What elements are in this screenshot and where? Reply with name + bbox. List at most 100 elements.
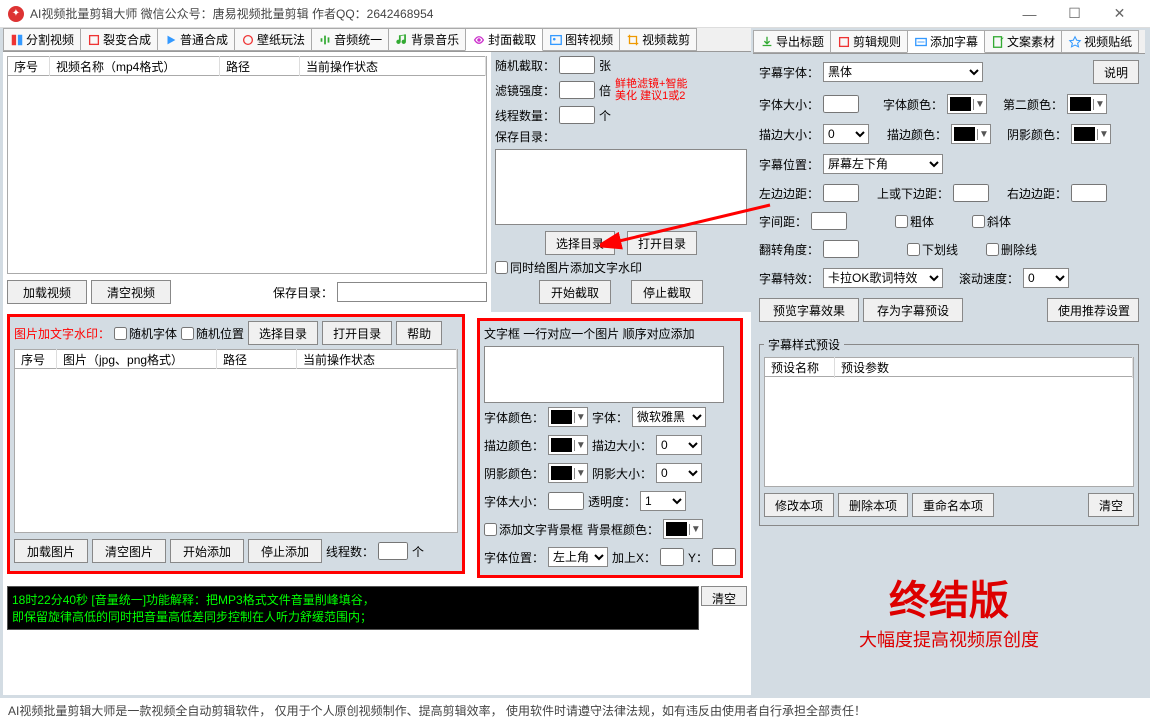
crop-icon bbox=[626, 33, 640, 47]
textbox-input[interactable] bbox=[484, 346, 724, 403]
capture-panel: 随机截取：张 滤镜强度：倍 鲜艳滤镜+智能 美化 建议1或2 线程数量：个 保存… bbox=[491, 52, 751, 312]
tab-cover[interactable]: 封面截取 bbox=[465, 28, 543, 51]
wm-opendir-button[interactable]: 打开目录 bbox=[322, 321, 392, 345]
rename-preset-button[interactable]: 重命名本项 bbox=[912, 493, 994, 517]
preset-list[interactable] bbox=[764, 377, 1134, 487]
underline-checkbox[interactable] bbox=[907, 243, 920, 256]
tab-crop[interactable]: 视频裁剪 bbox=[619, 28, 697, 51]
preview-sub-button[interactable]: 预览字幕效果 bbox=[759, 298, 859, 322]
sub-shadowcolor-picker[interactable]: ▼ bbox=[1071, 124, 1111, 144]
preset-fieldset: 字幕样式预设 预设名称 预设参数 修改本项 删除本项 重命名本项 清空 bbox=[759, 336, 1139, 526]
addx-input[interactable] bbox=[660, 548, 684, 566]
savedir-display[interactable] bbox=[495, 149, 747, 225]
load-image-button[interactable]: 加载图片 bbox=[14, 539, 88, 563]
tab-bgm[interactable]: 背景音乐 bbox=[388, 28, 466, 51]
rightm-input[interactable] bbox=[1071, 184, 1107, 202]
bold-checkbox[interactable] bbox=[895, 215, 908, 228]
leftm-input[interactable] bbox=[823, 184, 859, 202]
shadow-size-select[interactable]: 0 bbox=[656, 463, 702, 483]
wm-help-button[interactable]: 帮助 bbox=[396, 321, 442, 345]
rand-pos-checkbox[interactable] bbox=[181, 327, 194, 340]
minimize-button[interactable]: — bbox=[1007, 0, 1052, 28]
y-input[interactable] bbox=[712, 548, 736, 566]
tab-copywriting[interactable]: 文案素材 bbox=[984, 30, 1062, 53]
sub-pos-select[interactable]: 屏幕左下角 bbox=[823, 154, 943, 174]
sub-color-picker[interactable]: ▼ bbox=[947, 94, 987, 114]
bgcolor-picker[interactable]: ▼ bbox=[663, 519, 703, 539]
textbox-panel: 文字框 一行对应一个图片 顺序对应添加 字体颜色：▼ 字体：微软雅黑 描边颜色：… bbox=[477, 318, 743, 578]
sub-color2-picker[interactable]: ▼ bbox=[1067, 94, 1107, 114]
speed-select[interactable]: 0 bbox=[1023, 268, 1069, 288]
desc-button[interactable]: 说明 bbox=[1093, 60, 1139, 84]
start-add-button[interactable]: 开始添加 bbox=[170, 539, 244, 563]
textpos-select[interactable]: 左上角 bbox=[548, 547, 608, 567]
savedir-input[interactable] bbox=[337, 282, 487, 302]
select-dir-button[interactable]: 选择目录 bbox=[545, 231, 615, 255]
rand-font-checkbox[interactable] bbox=[114, 327, 127, 340]
tab-wallpaper[interactable]: 壁纸玩法 bbox=[234, 28, 312, 51]
tab-fission[interactable]: 裂变合成 bbox=[80, 28, 158, 51]
log-area[interactable]: 18时22分40秒 [音量统一]功能解释：把MP3格式文件音量削峰填谷， 即保留… bbox=[7, 586, 699, 630]
strokecolor-picker[interactable]: ▼ bbox=[548, 435, 588, 455]
fontcolor-picker[interactable]: ▼ bbox=[548, 407, 588, 427]
thread-input[interactable] bbox=[559, 106, 595, 124]
stroke-size-select[interactable]: 0 bbox=[656, 435, 702, 455]
sub-size-input[interactable] bbox=[823, 95, 859, 113]
tab-rules[interactable]: 剪辑规则 bbox=[830, 30, 908, 53]
split-icon bbox=[10, 33, 24, 47]
close-button[interactable]: ✕ bbox=[1097, 0, 1142, 28]
image-list[interactable] bbox=[14, 369, 458, 533]
video-list[interactable] bbox=[7, 76, 487, 274]
effect-select[interactable]: 卡拉OK歌词特效 bbox=[823, 268, 943, 288]
stop-add-button[interactable]: 停止添加 bbox=[248, 539, 322, 563]
edit-preset-button[interactable]: 修改本项 bbox=[764, 493, 834, 517]
use-rec-button[interactable]: 使用推荐设置 bbox=[1047, 298, 1139, 322]
italic-checkbox[interactable] bbox=[972, 215, 985, 228]
save-preset-button[interactable]: 存为字幕预设 bbox=[863, 298, 963, 322]
del-preset-button[interactable]: 删除本项 bbox=[838, 493, 908, 517]
opacity-select[interactable]: 1 bbox=[640, 491, 686, 511]
clear-image-button[interactable]: 清空图片 bbox=[92, 539, 166, 563]
filter-input[interactable] bbox=[559, 81, 595, 99]
rand-count-input[interactable] bbox=[559, 56, 595, 74]
watermark-checkbox[interactable] bbox=[495, 261, 508, 274]
shadowcolor-picker[interactable]: ▼ bbox=[548, 463, 588, 483]
font-select[interactable]: 微软雅黑 bbox=[632, 407, 706, 427]
watermark-checkbox-label[interactable]: 同时给图片添加文字水印 bbox=[495, 259, 642, 276]
tab-split[interactable]: 分割视频 bbox=[3, 28, 81, 51]
topm-input[interactable] bbox=[953, 184, 989, 202]
right-tabbar: 导出标题 剪辑规则 添加字幕 文案素材 视频贴纸 bbox=[753, 30, 1145, 54]
strike-checkbox[interactable] bbox=[986, 243, 999, 256]
load-video-button[interactable]: 加载视频 bbox=[7, 280, 87, 304]
tab-normal[interactable]: 普通合成 bbox=[157, 28, 235, 51]
start-capture-button[interactable]: 开始截取 bbox=[539, 280, 611, 304]
music-icon bbox=[395, 33, 409, 47]
rules-icon bbox=[837, 35, 851, 49]
fontsize-input[interactable] bbox=[548, 492, 584, 510]
tab-subtitle[interactable]: 添加字幕 bbox=[907, 30, 985, 53]
maximize-button[interactable]: ☐ bbox=[1052, 0, 1097, 28]
addbg-checkbox[interactable] bbox=[484, 523, 497, 536]
wm-seldir-button[interactable]: 选择目录 bbox=[248, 321, 318, 345]
video-list-panel: 序号 视频名称（mp4格式） 路径 当前操作状态 加载视频 清空视频 保存目录： bbox=[3, 52, 491, 312]
preset-list-header: 预设名称 预设参数 bbox=[764, 357, 1134, 377]
wm-thread-input[interactable] bbox=[378, 542, 408, 560]
clear-preset-button[interactable]: 清空 bbox=[1088, 493, 1134, 517]
doc-icon bbox=[991, 35, 1005, 49]
spacing-input[interactable] bbox=[811, 212, 847, 230]
tab-export-title[interactable]: 导出标题 bbox=[753, 30, 831, 53]
sub-strokecolor-picker[interactable]: ▼ bbox=[951, 124, 991, 144]
log-clear-button[interactable]: 清空 bbox=[701, 586, 747, 606]
clear-video-button[interactable]: 清空视频 bbox=[91, 280, 171, 304]
audio-icon bbox=[318, 33, 332, 47]
stop-capture-button[interactable]: 停止截取 bbox=[631, 280, 703, 304]
sub-stroke-size[interactable]: 0 bbox=[823, 124, 869, 144]
open-dir-button[interactable]: 打开目录 bbox=[627, 231, 697, 255]
tab-img2vid[interactable]: 图转视频 bbox=[542, 28, 620, 51]
video-list-header: 序号 视频名称（mp4格式） 路径 当前操作状态 bbox=[7, 56, 487, 76]
tab-audio[interactable]: 音频统一 bbox=[311, 28, 389, 51]
angle-input[interactable] bbox=[823, 240, 859, 258]
app-icon: ✦ bbox=[8, 6, 24, 22]
tab-sticker[interactable]: 视频贴纸 bbox=[1061, 30, 1139, 53]
sub-font-select[interactable]: 黑体 bbox=[823, 62, 983, 82]
